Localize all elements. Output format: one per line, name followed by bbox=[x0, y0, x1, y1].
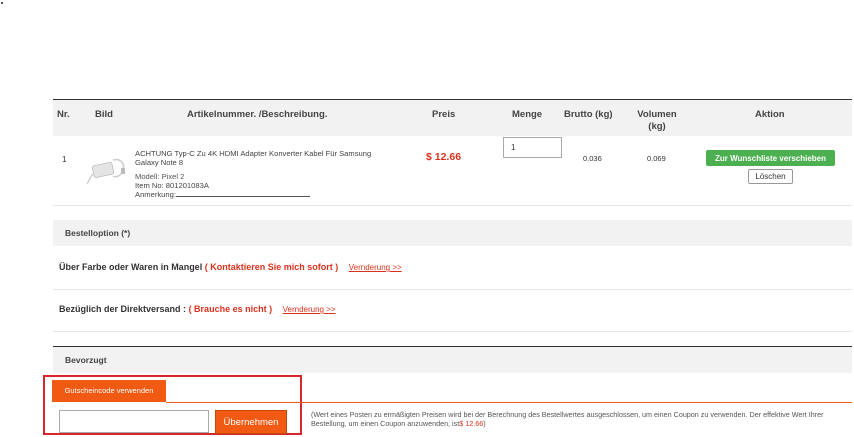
item-number: 1 bbox=[62, 155, 67, 164]
direct-shipping-value: ( Brauche es nicht ) bbox=[188, 304, 273, 314]
direct-shipping-label: Bezüglich der Direktversand : bbox=[59, 304, 187, 314]
header-gross: Brutto (kg) bbox=[564, 109, 613, 120]
apply-coupon-button[interactable]: Übernehmen bbox=[215, 410, 287, 434]
header-quantity: Menge bbox=[512, 109, 543, 120]
color-option-label: Über Farbe oder Waren in Mangel bbox=[59, 262, 203, 272]
item-model: Modell: Pixel 2 bbox=[135, 172, 185, 181]
item-price: $ 12.66 bbox=[426, 151, 462, 163]
item-volume: 0.069 bbox=[647, 154, 666, 163]
coupon-note: (Wert eines Posten zu ermäßigten Preisen… bbox=[311, 410, 852, 428]
direct-shipping-option: Bezüglich der Direktversand : ( Brauche … bbox=[59, 304, 336, 314]
quantity-input[interactable] bbox=[503, 137, 562, 158]
stray-dot bbox=[1, 2, 3, 4]
preferred-header: Bevorzugt bbox=[53, 347, 852, 373]
note-label: Anmerkung: bbox=[135, 190, 176, 199]
table-row: 1 ACHTUNG Typ-C Zu 4K HDMI Adapter Konve… bbox=[53, 136, 852, 206]
coupon-tab[interactable]: Gutscheincode verwenden bbox=[52, 380, 166, 402]
delete-button[interactable]: Löschen bbox=[748, 169, 793, 184]
color-change-link[interactable]: Vernderung >> bbox=[349, 263, 402, 272]
item-title[interactable]: ACHTUNG Typ-C Zu 4K HDMI Adapter Konvert… bbox=[135, 149, 395, 167]
coupon-code-input[interactable] bbox=[59, 410, 209, 433]
move-to-wishlist-button[interactable]: Zur Wunschliste verschieben bbox=[706, 150, 835, 166]
direct-change-link[interactable]: Vernderung >> bbox=[283, 305, 336, 314]
header-nr: Nr. bbox=[57, 109, 70, 120]
item-no: Item No: 801201083A bbox=[135, 181, 209, 190]
header-description: Artikelnummer. /Beschreibung. bbox=[187, 109, 328, 120]
order-option-header: Bestelloption (*) bbox=[53, 220, 852, 246]
table-header: Nr. Bild Artikelnummer. /Beschreibung. P… bbox=[53, 99, 852, 136]
product-thumbnail[interactable] bbox=[83, 148, 127, 188]
divider bbox=[53, 331, 852, 332]
cart-page: Nr. Bild Artikelnummer. /Beschreibung. P… bbox=[0, 0, 854, 437]
coupon-note-end: ) bbox=[483, 419, 486, 428]
item-gross: 0.036 bbox=[583, 154, 602, 163]
header-volume: Volumen (kg) bbox=[637, 109, 677, 132]
divider bbox=[53, 289, 852, 290]
cart-table: Nr. Bild Artikelnummer. /Beschreibung. P… bbox=[53, 99, 852, 206]
header-bild: Bild bbox=[95, 109, 113, 120]
coupon-tab-underline bbox=[166, 402, 852, 403]
header-action: Aktion bbox=[755, 109, 785, 120]
coupon-note-text: (Wert eines Posten zu ermäßigten Preisen… bbox=[311, 410, 824, 428]
item-note: Anmerkung: bbox=[135, 190, 395, 199]
note-field[interactable] bbox=[175, 190, 310, 197]
color-option-value: ( Kontaktieren Sie mich sofort ) bbox=[204, 262, 339, 272]
coupon-note-amount: $ 12.66 bbox=[459, 419, 484, 428]
color-option: Über Farbe oder Waren in Mangel ( Kontak… bbox=[59, 262, 402, 272]
item-description: ACHTUNG Typ-C Zu 4K HDMI Adapter Konvert… bbox=[135, 149, 395, 199]
header-price: Preis bbox=[432, 109, 456, 120]
